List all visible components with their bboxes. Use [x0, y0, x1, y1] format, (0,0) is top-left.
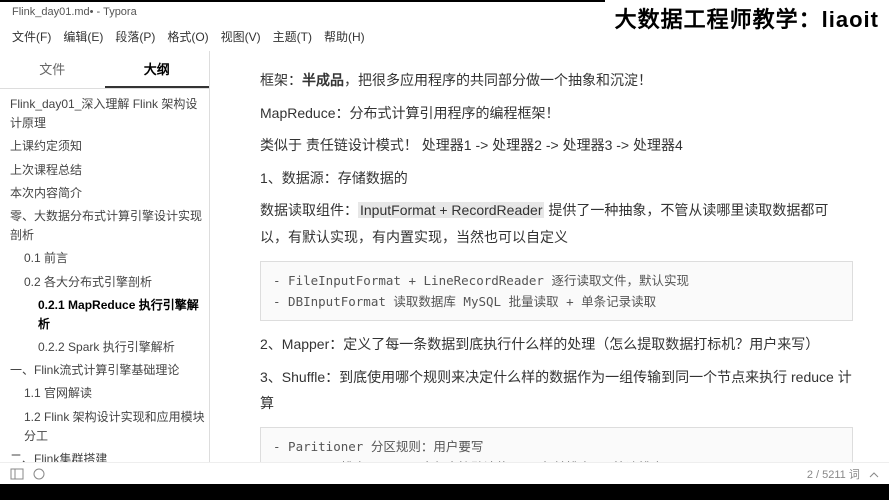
outline-tree[interactable]: Flink_day01_深入理解 Flink 架构设计原理上课约定须知上次课程总…: [0, 89, 209, 489]
menu-theme[interactable]: 主题(T): [269, 26, 316, 47]
tab-files[interactable]: 文件: [0, 51, 105, 88]
outline-item[interactable]: 上课约定须知: [10, 135, 209, 158]
menu-format[interactable]: 格式(O): [163, 26, 212, 47]
menu-help[interactable]: 帮助(H): [320, 26, 369, 47]
paragraph: 数据读取组件：InputFormat + RecordReader 提供了一种抽…: [260, 197, 853, 250]
outline-item[interactable]: 0.1 前言: [10, 247, 209, 270]
paragraph: 2、Mapper：定义了每一条数据到底执行什么样的处理（怎么提取数据打标机？用户…: [260, 331, 853, 358]
circle-icon: [33, 468, 45, 480]
paragraph: 类似于 责任链设计模式！ 处理器1 -> 处理器2 -> 处理器3 -> 处理器…: [260, 132, 853, 159]
tab-outline[interactable]: 大纲: [105, 51, 210, 88]
outline-item[interactable]: Flink_day01_深入理解 Flink 架构设计原理: [10, 93, 209, 135]
paragraph: 1、数据源：存储数据的: [260, 165, 853, 192]
editor-content[interactable]: 框架：半成品，把很多应用程序的共同部分做一个抽象和沉淀！ MapReduce：分…: [210, 51, 889, 489]
status-left[interactable]: [10, 467, 45, 481]
outline-item[interactable]: 0.2 各大分布式引擎剖析: [10, 271, 209, 294]
chevron-up-icon[interactable]: [869, 470, 879, 480]
outline-item[interactable]: 本次内容简介: [10, 182, 209, 205]
highlighted-text: InputFormat + RecordReader: [358, 202, 544, 218]
word-count[interactable]: 2 / 5211 词: [807, 469, 860, 481]
sidebar-toggle-icon: [10, 467, 24, 481]
paragraph: MapReduce：分布式计算引用程序的编程框架！: [260, 100, 853, 127]
outline-item[interactable]: 0.2.2 Spark 执行引擎解析: [10, 336, 209, 359]
outline-item[interactable]: 1.1 官网解读: [10, 382, 209, 405]
outline-item[interactable]: 1.2 Flink 架构设计实现和应用模块分工: [10, 406, 209, 448]
paragraph: 框架：半成品，把很多应用程序的共同部分做一个抽象和沉淀！: [260, 67, 853, 94]
paragraph: 3、Shuffle：到底使用哪个规则来决定什么样的数据作为一组传输到同一个节点来…: [260, 364, 853, 417]
watermark-overlay: 大数据工程师教学：liaoit: [605, 0, 889, 36]
menu-paragraph[interactable]: 段落(P): [111, 26, 159, 47]
menu-view[interactable]: 视图(V): [217, 26, 265, 47]
outline-item[interactable]: 0.2.1 MapReduce 执行引擎解析: [10, 294, 209, 336]
status-bar: 2 / 5211 词: [0, 462, 889, 484]
sidebar-tabs: 文件 大纲: [0, 51, 209, 89]
sidebar: 文件 大纲 Flink_day01_深入理解 Flink 架构设计原理上课约定须…: [0, 51, 210, 489]
code-block: - FileInputFormat + LineRecordReader 逐行读…: [260, 261, 853, 322]
menu-file[interactable]: 文件(F): [8, 26, 55, 47]
outline-item[interactable]: 上次课程总结: [10, 159, 209, 182]
menu-edit[interactable]: 编辑(E): [59, 26, 107, 47]
outline-item[interactable]: 零、大数据分布式计算引擎设计实现剖析: [10, 205, 209, 247]
outline-item[interactable]: 一、Flink流式计算引擎基础理论: [10, 359, 209, 382]
